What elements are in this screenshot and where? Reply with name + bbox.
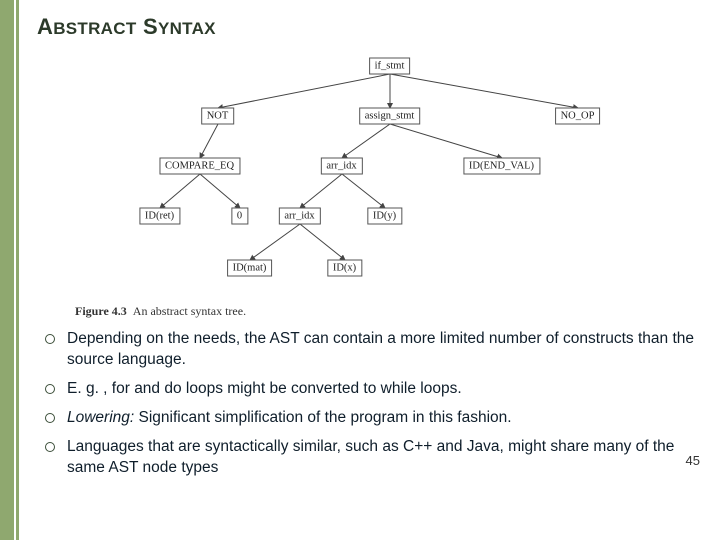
node-zero: 0 <box>231 208 248 225</box>
caption-text: An abstract syntax tree. <box>133 304 246 318</box>
title-rest-2: YNTAX <box>158 19 216 38</box>
bullet-item: E. g. , for and do loops might be conver… <box>41 379 702 400</box>
tree-edges <box>90 50 650 300</box>
page-number: 45 <box>686 453 700 468</box>
figure-caption: Figure 4.3 An abstract syntax tree. <box>75 304 702 319</box>
node-id-y: ID(y) <box>367 208 402 225</box>
node-id-ret: ID(ret) <box>139 208 180 225</box>
node-id-endval: ID(END_VAL) <box>463 158 540 175</box>
node-assign-stmt: assign_stmt <box>359 108 421 125</box>
title-rest-1: BSTRACT <box>53 19 136 38</box>
node-arr-idx-top: arr_idx <box>320 158 362 175</box>
sidebar-thick <box>0 0 14 540</box>
ast-diagram: if_stmt NOT assign_stmt NO_OP COMPARE_EQ… <box>90 50 650 300</box>
node-not: NOT <box>201 108 235 125</box>
bullet-list: Depending on the needs, the AST can cont… <box>41 329 702 479</box>
bullet-item: Depending on the needs, the AST can cont… <box>41 329 702 371</box>
bullet-item: Languages that are syntactically similar… <box>41 437 702 479</box>
bullet-item: Lowering: Significant simplification of … <box>41 408 702 429</box>
slide-content: ABSTRACT SYNTAX <box>19 0 720 540</box>
caption-label: Figure 4.3 <box>75 304 127 318</box>
node-if-stmt: if_stmt <box>369 58 411 75</box>
title-letter-2: S <box>143 14 158 39</box>
node-compare-eq: COMPARE_EQ <box>159 158 240 175</box>
node-arr-idx-mid: arr_idx <box>278 208 320 225</box>
node-id-mat: ID(mat) <box>227 260 273 277</box>
node-id-x: ID(x) <box>327 260 362 277</box>
node-no-op: NO_OP <box>555 108 601 125</box>
title-letter-1: A <box>37 14 53 39</box>
slide-title: ABSTRACT SYNTAX <box>37 14 702 40</box>
